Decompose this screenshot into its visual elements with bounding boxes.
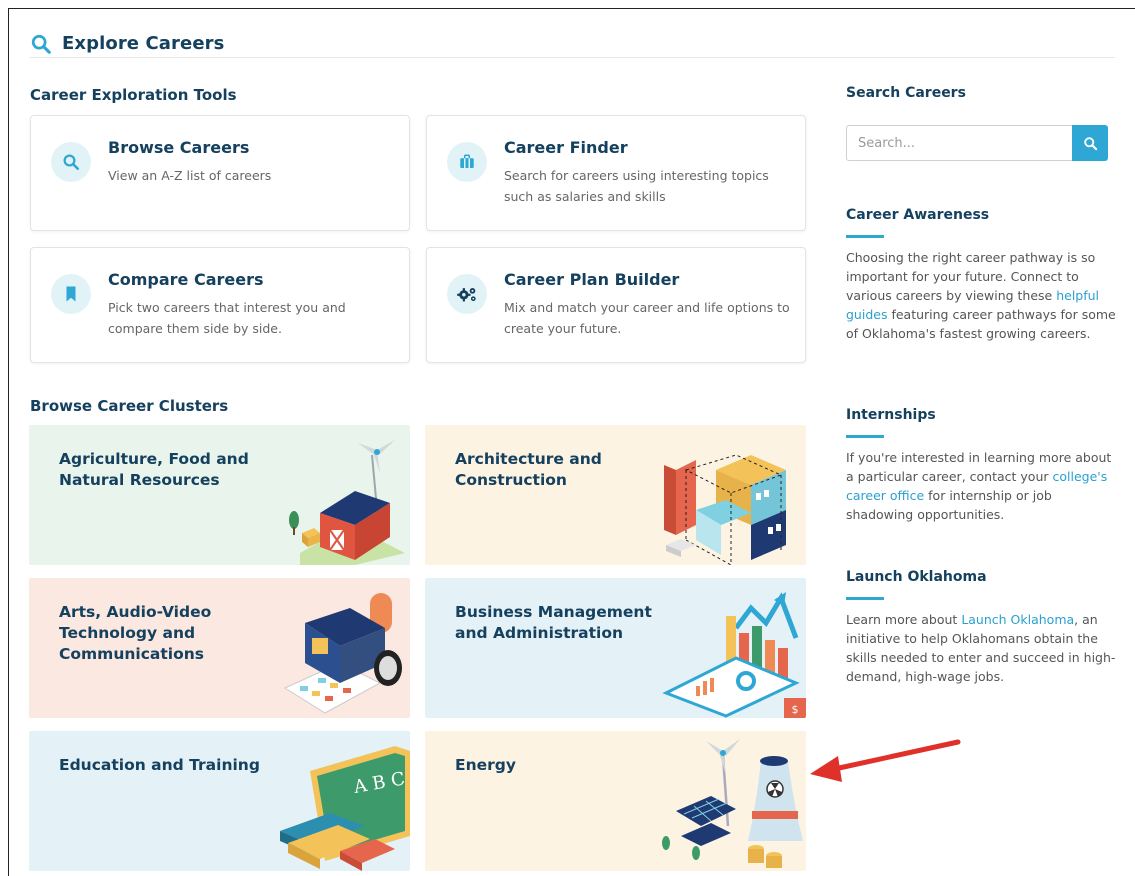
internships-title: Internships <box>846 407 936 423</box>
career-finder-desc: Search for careers using interesting top… <box>504 168 769 204</box>
page-title: Explore Careers <box>62 33 225 54</box>
career-finder-card[interactable]: Career Finder Search for careers using i… <box>426 115 806 231</box>
search-form <box>846 125 1108 161</box>
cluster-energy[interactable]: Energy <box>425 731 806 871</box>
career-awareness-title: Career Awareness <box>846 207 990 223</box>
career-plan-builder-card[interactable]: Career Plan Builder Mix and match your c… <box>426 247 806 363</box>
energy-illustration <box>662 739 803 868</box>
search-input[interactable] <box>846 125 1072 161</box>
browse-careers-desc: View an A-Z list of careers <box>108 168 272 183</box>
cluster-title: Energy <box>455 756 516 774</box>
cluster-title: Arts, Audio-Video Technology and Communi… <box>59 603 212 663</box>
section-underline <box>846 235 884 238</box>
cluster-arts[interactable]: Arts, Audio-Video Technology and Communi… <box>29 578 410 718</box>
search-icon <box>31 34 51 54</box>
chart-illustration: $ <box>662 592 806 718</box>
tools-section-title: Career Exploration Tools <box>30 86 237 104</box>
career-finder-title: Career Finder <box>504 138 628 157</box>
cluster-title: Agriculture, Food and Natural Resources <box>59 450 249 489</box>
career-plan-builder-title: Career Plan Builder <box>504 270 680 289</box>
clusters-section-title: Browse Career Clusters <box>30 397 229 415</box>
building-illustration <box>664 454 786 565</box>
launch-oklahoma-text: Learn more about Launch Oklahoma, an ini… <box>846 612 1116 684</box>
gears-icon <box>447 274 487 314</box>
career-plan-builder-desc: Mix and match your career and life optio… <box>504 300 790 336</box>
compare-careers-title: Compare Careers <box>108 270 264 289</box>
search-icon <box>1083 136 1097 150</box>
compare-careers-card[interactable]: Compare Careers Pick two careers that in… <box>30 247 410 363</box>
cluster-architecture[interactable]: Architecture and Construction <box>425 425 806 565</box>
cluster-agriculture[interactable]: Agriculture, Food and Natural Resources <box>29 425 410 565</box>
camera-illustration <box>283 593 402 714</box>
section-underline <box>846 597 884 600</box>
section-underline <box>846 435 884 438</box>
page-header: Explore Careers <box>30 30 1115 58</box>
cluster-education[interactable]: Education and Training A B C <box>29 731 410 871</box>
svg-text:$: $ <box>792 703 799 716</box>
bookmark-icon <box>51 274 91 314</box>
cluster-title: Business Management and Administration <box>455 603 652 642</box>
search-careers-title: Search Careers <box>846 85 966 101</box>
search-icon <box>51 142 91 182</box>
briefcase-icon <box>447 142 487 182</box>
cluster-title: Architecture and Construction <box>455 450 602 489</box>
launch-oklahoma-link[interactable]: Launch Oklahoma <box>961 612 1074 627</box>
internships-text: If you're interested in learning more ab… <box>846 450 1112 522</box>
compare-careers-desc: Pick two careers that interest you and c… <box>108 300 346 336</box>
chalkboard-illustration: A B C <box>280 746 410 871</box>
annotation-arrow <box>810 739 961 782</box>
launch-oklahoma-title: Launch Oklahoma <box>846 569 987 585</box>
career-awareness-text: Choosing the right career pathway is so … <box>846 250 1116 341</box>
barn-illustration <box>289 440 405 565</box>
browse-careers-card[interactable]: Browse Careers View an A-Z list of caree… <box>30 115 410 231</box>
cluster-business[interactable]: Business Management and Administration $ <box>425 578 806 718</box>
search-button[interactable] <box>1072 125 1108 161</box>
browse-careers-title: Browse Careers <box>108 138 250 157</box>
cluster-title: Education and Training <box>59 756 260 774</box>
